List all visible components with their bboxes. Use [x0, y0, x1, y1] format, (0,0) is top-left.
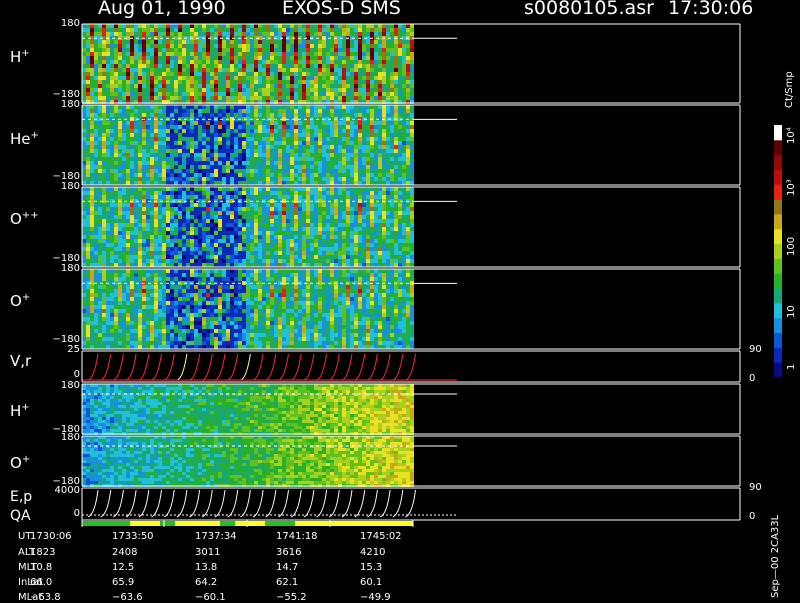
panel-o_plus_2 — [82, 436, 740, 487]
rtick-bottom: 0 — [749, 511, 755, 522]
spectrogram-figure — [0, 0, 800, 600]
header-filename: s0080105.asr — [524, 0, 654, 19]
colorbar-swatch — [774, 347, 782, 362]
eph-value: −60.1 — [195, 592, 226, 603]
eph-value: −49.9 — [360, 592, 391, 603]
colorbar-swatch — [774, 140, 782, 155]
eph-value: 15.3 — [360, 562, 382, 573]
colorbar-swatch — [774, 125, 782, 140]
header-instrument: EXOS-D SMS — [282, 0, 401, 19]
colorbar-swatch — [774, 229, 782, 244]
eph-value: 62.1 — [276, 577, 298, 588]
panel-label-o-pp: O++ — [10, 210, 39, 228]
colorbar-swatch — [774, 362, 782, 377]
panel-label-he-plus: He+ — [10, 130, 39, 148]
ytick-top: 180 — [40, 99, 80, 110]
panel-label-h-plus-2: H+ — [10, 402, 30, 420]
colorbar-tick: 10 — [786, 305, 797, 318]
panel-ep — [82, 488, 740, 526]
eph-value: 2408 — [112, 547, 137, 558]
colorbar-tick: 10⁴ — [786, 127, 797, 144]
ytick-top: 180 — [40, 18, 80, 29]
ytick-top: 25 — [40, 344, 80, 355]
eph-value: 1745:02 — [360, 531, 402, 542]
panel-h_plus — [82, 24, 740, 104]
eph-value: 14.7 — [276, 562, 298, 573]
eph-value: 3616 — [276, 547, 301, 558]
colorbar-swatch — [774, 169, 782, 184]
rtick-bottom: 0 — [749, 373, 755, 384]
ytick-top: 180 — [40, 181, 80, 192]
colorbar-swatch — [774, 318, 782, 333]
colorbar-swatch — [774, 214, 782, 229]
panel-o_pp — [82, 187, 740, 267]
eph-value: 65.9 — [112, 577, 134, 588]
colorbar-unit: Ct/Smp — [784, 71, 795, 108]
panel-label-vr: V,r — [10, 352, 31, 370]
panel-label-o-plus-2: O+ — [10, 454, 30, 472]
panel-label-h-plus: H+ — [10, 48, 30, 66]
colorbar-swatch — [774, 303, 782, 318]
panel-h_plus_2 — [82, 384, 740, 435]
panel-he_plus — [82, 105, 740, 185]
eph-value: 1737:34 — [195, 531, 237, 542]
panel-vr — [82, 351, 740, 382]
eph-value: 60.1 — [360, 577, 382, 588]
eph-value: −63.8 — [30, 592, 61, 603]
ytick-bottom: 0 — [40, 508, 80, 519]
colorbar-swatch — [774, 155, 782, 170]
colorbar-swatch — [774, 288, 782, 303]
colorbar — [774, 125, 782, 378]
eph-value: 1823 — [30, 547, 55, 558]
eph-value: 64.2 — [195, 577, 217, 588]
ytick-top: 180 — [40, 432, 80, 443]
colorbar-tick: 10³ — [786, 179, 797, 196]
rtick-top: 90 — [749, 482, 762, 493]
colorbar-tick: 1 — [786, 364, 797, 370]
panel-label-o-plus: O+ — [10, 292, 30, 310]
eph-value: −55.2 — [276, 592, 307, 603]
eph-value: −63.6 — [112, 592, 143, 603]
eph-value: 10.8 — [30, 562, 52, 573]
footer-note: Sep—00 2CA33L — [770, 515, 781, 598]
ytick-bottom: 0 — [40, 369, 80, 380]
colorbar-swatch — [774, 258, 782, 273]
eph-value: 3011 — [195, 547, 220, 558]
ytick-top: 180 — [40, 263, 80, 274]
eph-value: 66.0 — [30, 577, 52, 588]
ytick-top: 4000 — [40, 485, 80, 496]
colorbar-swatch — [774, 333, 782, 348]
ytick-top: 180 — [40, 380, 80, 391]
eph-value: 1741:18 — [276, 531, 318, 542]
panel-label-ep: E,p — [10, 489, 32, 505]
eph-value: 1730:06 — [30, 531, 72, 542]
colorbar-swatch — [774, 184, 782, 199]
eph-value: 4210 — [360, 547, 385, 558]
eph-value: 13.8 — [195, 562, 217, 573]
colorbar-swatch — [774, 199, 782, 214]
panel-label-qa: QA — [10, 508, 31, 524]
colorbar-tick: 100 — [786, 237, 797, 256]
header-date: Aug 01, 1990 — [98, 0, 226, 19]
panel-o_plus — [82, 269, 740, 349]
header-time: 17:30:06 — [668, 0, 753, 19]
eph-value: 1733:50 — [112, 531, 154, 542]
colorbar-swatch — [774, 244, 782, 259]
eph-value: 12.5 — [112, 562, 134, 573]
colorbar-swatch — [774, 273, 782, 288]
rtick-top: 90 — [749, 344, 762, 355]
